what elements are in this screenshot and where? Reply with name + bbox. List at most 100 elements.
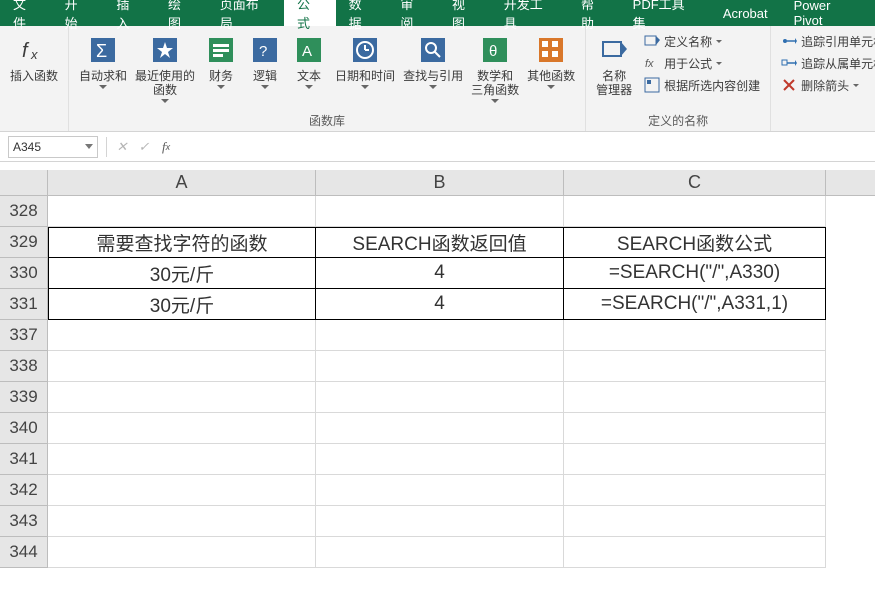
select-all-corner[interactable] xyxy=(0,170,48,196)
cell-C328[interactable] xyxy=(564,196,826,227)
datetime-button[interactable]: 日期和时间 xyxy=(331,30,399,110)
row-headers: 328329330331337338339340341342343344 xyxy=(0,196,48,568)
cell-C343[interactable] xyxy=(564,506,826,537)
lookup-button[interactable]: 查找与引用 xyxy=(399,30,467,110)
cell-B331[interactable]: 4 xyxy=(316,289,564,320)
row-header-330[interactable]: 330 xyxy=(0,258,47,289)
math-button[interactable]: θ 数学和 三角函数 xyxy=(467,30,523,110)
menu-tab-页面布局[interactable]: 页面布局 xyxy=(207,0,284,26)
cell-A337[interactable] xyxy=(48,320,316,351)
cells-area[interactable]: 需要查找字符的函数SEARCH函数返回值SEARCH函数公式 30元/斤4=SEA… xyxy=(48,196,875,568)
recent-button[interactable]: 最近使用的 函数 xyxy=(131,30,199,110)
menu-tab-帮助[interactable]: 帮助 xyxy=(568,0,620,26)
row-header-343[interactable]: 343 xyxy=(0,506,47,537)
cell-A342[interactable] xyxy=(48,475,316,506)
formula-input[interactable] xyxy=(177,136,875,158)
menu-tab-公式[interactable]: 公式 xyxy=(284,0,336,26)
cell-C329[interactable]: SEARCH函数公式 xyxy=(564,227,826,258)
row-header-341[interactable]: 341 xyxy=(0,444,47,475)
cell-C338[interactable] xyxy=(564,351,826,382)
cell-A331[interactable]: 30元/斤 xyxy=(48,289,316,320)
cancel-formula-button[interactable]: ✕ xyxy=(111,136,133,158)
menu-tab-插入[interactable]: 插入 xyxy=(103,0,155,26)
menu-tab-文件[interactable]: 文件 xyxy=(0,0,52,26)
theta-icon: θ xyxy=(479,34,511,66)
cell-A343[interactable] xyxy=(48,506,316,537)
cell-B339[interactable] xyxy=(316,382,564,413)
row-header-340[interactable]: 340 xyxy=(0,413,47,444)
financial-button[interactable]: 财务 xyxy=(199,30,243,110)
row-header-342[interactable]: 342 xyxy=(0,475,47,506)
cell-A338[interactable] xyxy=(48,351,316,382)
menu-tab-Acrobat[interactable]: Acrobat xyxy=(710,0,781,26)
cell-A341[interactable] xyxy=(48,444,316,475)
cell-B338[interactable] xyxy=(316,351,564,382)
name-box[interactable]: A345 xyxy=(8,136,98,158)
cell-C344[interactable] xyxy=(564,537,826,568)
define-name-label: 定义名称 xyxy=(664,33,712,50)
cell-A329[interactable]: 需要查找字符的函数 xyxy=(48,227,316,258)
cell-B341[interactable] xyxy=(316,444,564,475)
trace-precedents-button[interactable]: 追踪引用单元格 xyxy=(777,30,875,52)
menu-tab-视图[interactable]: 视图 xyxy=(439,0,491,26)
text-button[interactable]: A 文本 xyxy=(287,30,331,110)
cell-A328[interactable] xyxy=(48,196,316,227)
cell-B329[interactable]: SEARCH函数返回值 xyxy=(316,227,564,258)
cell-B330[interactable]: 4 xyxy=(316,258,564,289)
use-formula-button[interactable]: fx用于公式 xyxy=(640,52,764,74)
cell-B340[interactable] xyxy=(316,413,564,444)
cell-C342[interactable] xyxy=(564,475,826,506)
col-header-C[interactable]: C xyxy=(564,170,826,195)
cell-C330[interactable]: =SEARCH("/",A330) xyxy=(564,258,826,289)
cell-A340[interactable] xyxy=(48,413,316,444)
cell-A330[interactable]: 30元/斤 xyxy=(48,258,316,289)
cell-C339[interactable] xyxy=(564,382,826,413)
menu-bar: 文件开始插入绘图页面布局公式数据审阅视图开发工具帮助PDF工具集AcrobatP… xyxy=(0,0,875,26)
more-fn-button[interactable]: 其他函数 xyxy=(523,30,579,110)
trace-dependents-button[interactable]: 追踪从属单元格 xyxy=(777,52,875,74)
cell-B344[interactable] xyxy=(316,537,564,568)
col-header-B[interactable]: B xyxy=(316,170,564,195)
divider xyxy=(106,137,107,157)
row-header-337[interactable]: 337 xyxy=(0,320,47,351)
autosum-button[interactable]: Σ 自动求和 xyxy=(75,30,131,110)
cell-C331[interactable]: =SEARCH("/",A331,1) xyxy=(564,289,826,320)
cell-A339[interactable] xyxy=(48,382,316,413)
row-header-344[interactable]: 344 xyxy=(0,537,47,568)
col-header-A[interactable]: A xyxy=(48,170,316,195)
menu-tab-开始[interactable]: 开始 xyxy=(52,0,104,26)
cell-B328[interactable] xyxy=(316,196,564,227)
create-from-sel-button[interactable]: 根据所选内容创建 xyxy=(640,74,764,96)
cell-A344[interactable] xyxy=(48,537,316,568)
remove-arrows-icon xyxy=(781,77,797,93)
menu-tab-数据[interactable]: 数据 xyxy=(336,0,388,26)
row-header-331[interactable]: 331 xyxy=(0,289,47,320)
menu-tab-开发工具[interactable]: 开发工具 xyxy=(491,0,568,26)
spreadsheet-grid[interactable]: ABC 328329330331337338339340341342343344… xyxy=(0,170,875,610)
define-name-button[interactable]: 定义名称 xyxy=(640,30,764,52)
row-header-339[interactable]: 339 xyxy=(0,382,47,413)
cell-B342[interactable] xyxy=(316,475,564,506)
cell-C341[interactable] xyxy=(564,444,826,475)
remove-arrows-button[interactable]: 删除箭头 xyxy=(777,74,875,96)
logical-button[interactable]: ? 逻辑 xyxy=(243,30,287,110)
menu-tab-PDF工具集[interactable]: PDF工具集 xyxy=(620,0,710,26)
row-header-328[interactable]: 328 xyxy=(0,196,47,227)
insert-function-button[interactable]: fx 插入函数 xyxy=(6,30,62,113)
fx-button[interactable]: fx xyxy=(155,136,177,158)
name-manager-button[interactable]: 名称 管理器 xyxy=(592,30,636,110)
menu-tab-绘图[interactable]: 绘图 xyxy=(155,0,207,26)
row-header-329[interactable]: 329 xyxy=(0,227,47,258)
accept-formula-button[interactable]: ✓ xyxy=(133,136,155,158)
cell-B343[interactable] xyxy=(316,506,564,537)
cell-C337[interactable] xyxy=(564,320,826,351)
use-formula-icon: fx xyxy=(644,55,660,71)
menu-tab-审阅[interactable]: 审阅 xyxy=(387,0,439,26)
financial-icon xyxy=(205,34,237,66)
row-header-338[interactable]: 338 xyxy=(0,351,47,382)
menu-tab-Power Pivot[interactable]: Power Pivot xyxy=(781,0,875,26)
cell-C340[interactable] xyxy=(564,413,826,444)
chevron-down-icon[interactable] xyxy=(85,144,93,149)
column-headers: ABC xyxy=(48,170,875,196)
cell-B337[interactable] xyxy=(316,320,564,351)
